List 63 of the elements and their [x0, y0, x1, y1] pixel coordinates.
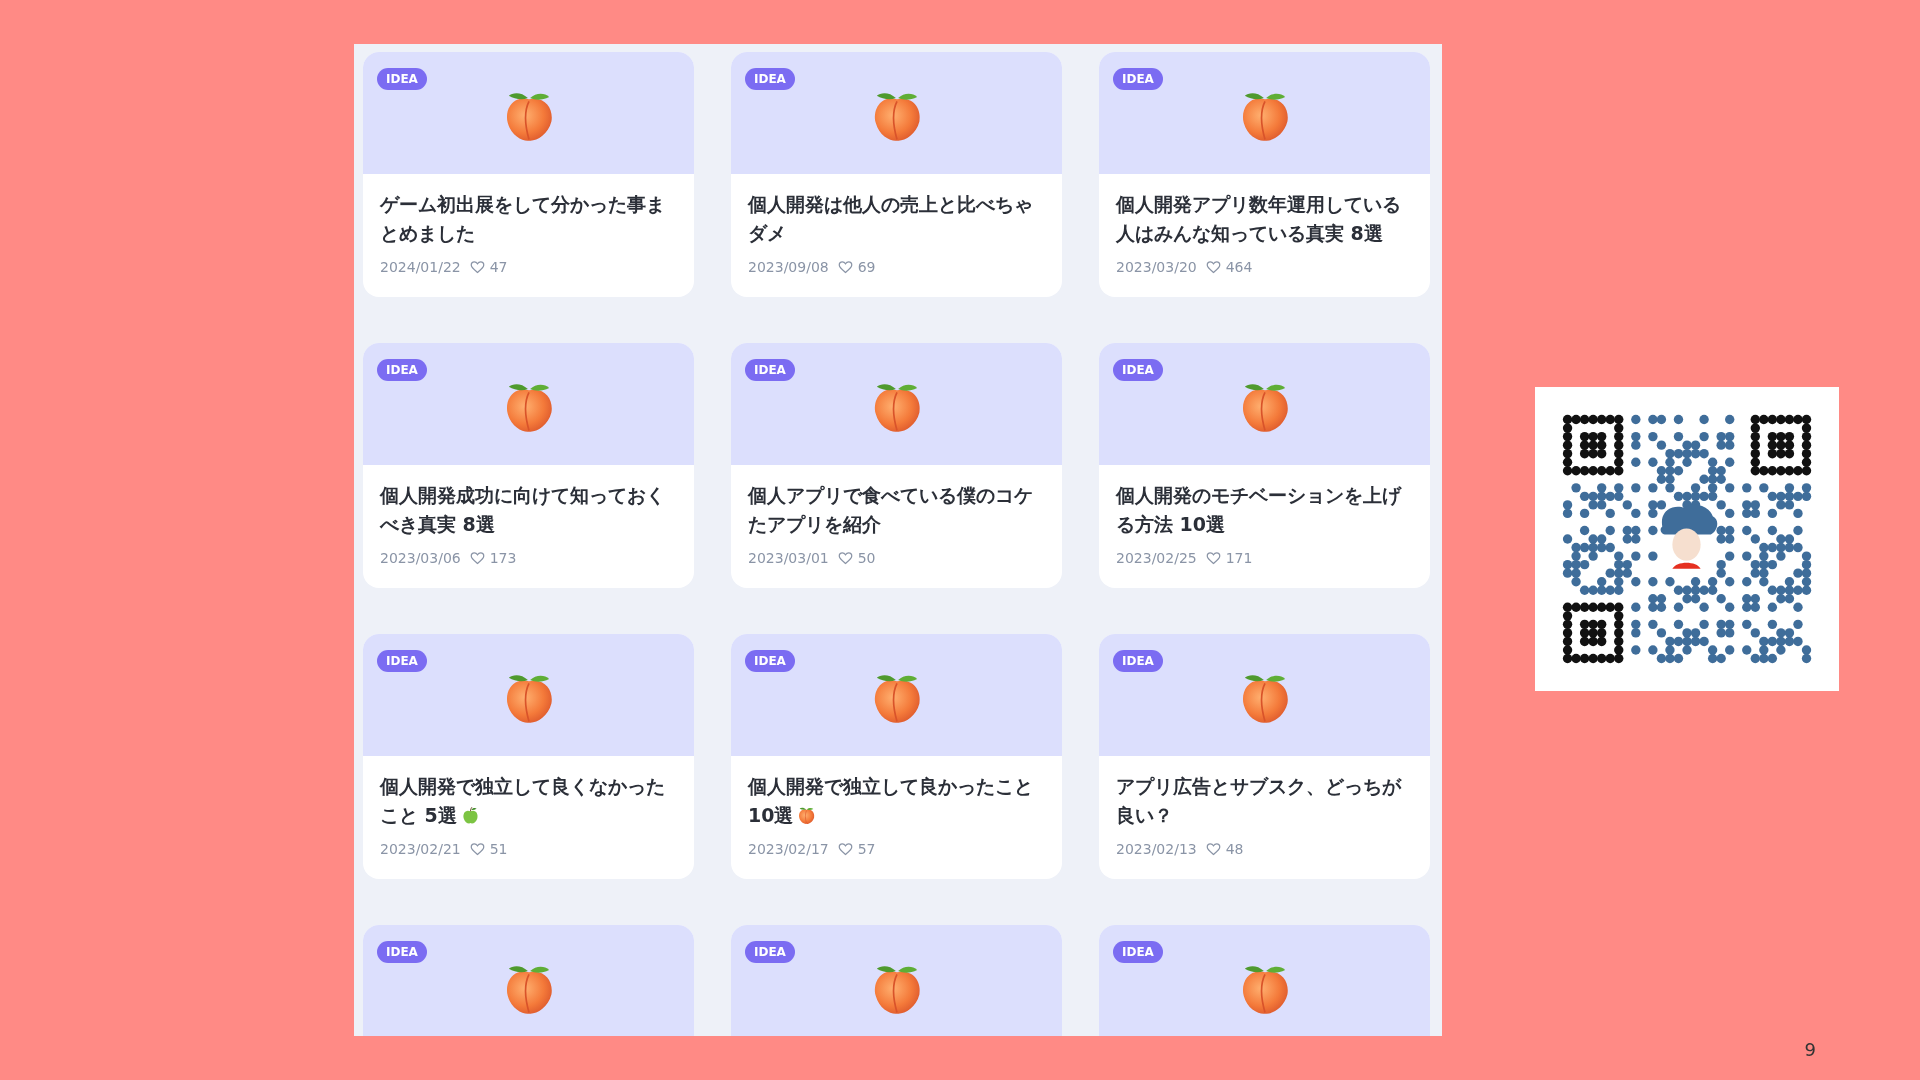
category-tag: IDEA	[1113, 68, 1163, 90]
article-card[interactable]: IDEA	[1099, 925, 1430, 1036]
post-date: 2023/09/08	[748, 259, 829, 275]
apple-icon	[460, 806, 480, 825]
heart-icon	[469, 259, 485, 275]
post-date: 2024/01/22	[380, 259, 461, 275]
article-title: 個人開発で独立して良くなかったこと 5選	[380, 774, 666, 828]
article-title: アプリ広告とサブスク、どっちが良い？	[1116, 774, 1403, 828]
article-card[interactable]: IDEA 個人開発で独立して良くなかったこと 5選 2023/02/21 51	[363, 634, 694, 879]
category-tag: IDEA	[745, 359, 795, 381]
heart-icon	[1205, 841, 1221, 857]
article-card[interactable]: IDEA ゲーム初出展をして分かった事まとめました 2024/01/22 47	[363, 52, 694, 297]
article-title: 個人開発成功に向けて知っておくべき真実 8選	[380, 483, 666, 537]
heart-icon	[837, 841, 853, 857]
like-count: 48	[1225, 841, 1244, 857]
category-tag: IDEA	[377, 941, 427, 963]
like-count: 51	[489, 841, 508, 857]
page-number: 9	[1804, 1039, 1816, 1060]
article-card[interactable]: IDEA 個人開発アプリ数年運用している人はみんな知っている真実 8選 2023/03/20 464	[1099, 52, 1430, 297]
heart-icon	[837, 550, 853, 566]
article-card[interactable]: IDEA アプリ広告とサブスク、どっちが良い？ 2023/02/13 48	[1099, 634, 1430, 879]
category-tag: IDEA	[745, 941, 795, 963]
heart-icon	[469, 841, 485, 857]
article-card[interactable]: IDEA	[731, 925, 1062, 1036]
category-tag: IDEA	[745, 68, 795, 90]
post-date: 2023/03/01	[748, 550, 829, 566]
post-date: 2023/03/06	[380, 550, 461, 566]
article-title: 個人開発アプリ数年運用している人はみんな知っている真実 8選	[1116, 192, 1402, 246]
like-count: 47	[489, 259, 508, 275]
post-date: 2023/02/13	[1116, 841, 1197, 857]
post-date: 2023/02/21	[380, 841, 461, 857]
heart-icon	[469, 550, 485, 566]
peach-icon	[797, 806, 817, 825]
like-count: 464	[1225, 259, 1253, 275]
article-card[interactable]: IDEA 個人開発のモチベーションを上げる方法 10選 2023/02/25 171	[1099, 343, 1430, 588]
category-tag: IDEA	[377, 650, 427, 672]
category-tag: IDEA	[377, 359, 427, 381]
category-tag: IDEA	[377, 68, 427, 90]
post-date: 2023/03/20	[1116, 259, 1197, 275]
article-card[interactable]: IDEA 個人アプリで食べている僕のコケたアプリを紹介 2023/03/01 50	[731, 343, 1062, 588]
article-card[interactable]: IDEA 個人開発成功に向けて知っておくべき真実 8選 2023/03/06 173	[363, 343, 694, 588]
post-date: 2023/02/17	[748, 841, 829, 857]
article-title: 個人開発で独立して良かったこと10選	[748, 774, 1034, 828]
article-title: 個人開発のモチベーションを上げる方法 10選	[1116, 483, 1403, 537]
like-count: 171	[1225, 550, 1253, 566]
category-tag: IDEA	[1113, 650, 1163, 672]
like-count: 50	[857, 550, 876, 566]
post-date: 2023/02/25	[1116, 550, 1197, 566]
heart-icon	[837, 259, 853, 275]
article-title: 個人アプリで食べている僕のコケたアプリを紹介	[748, 483, 1034, 537]
category-tag: IDEA	[745, 650, 795, 672]
like-count: 57	[857, 841, 876, 857]
category-tag: IDEA	[1113, 941, 1163, 963]
category-tag: IDEA	[1113, 359, 1163, 381]
article-card[interactable]: IDEA	[363, 925, 694, 1036]
heart-icon	[1205, 259, 1221, 275]
article-card[interactable]: IDEA 個人開発で独立して良かったこと10選 2023/02/17 57	[731, 634, 1062, 879]
article-card[interactable]: IDEA 個人開発は他人の売上と比べちゃダメ 2023/09/08 69	[731, 52, 1062, 297]
like-count: 173	[489, 550, 517, 566]
like-count: 69	[857, 259, 876, 275]
article-title: ゲーム初出展をして分かった事まとめました	[380, 192, 666, 246]
article-title: 個人開発は他人の売上と比べちゃダメ	[748, 192, 1034, 246]
heart-icon	[1205, 550, 1221, 566]
